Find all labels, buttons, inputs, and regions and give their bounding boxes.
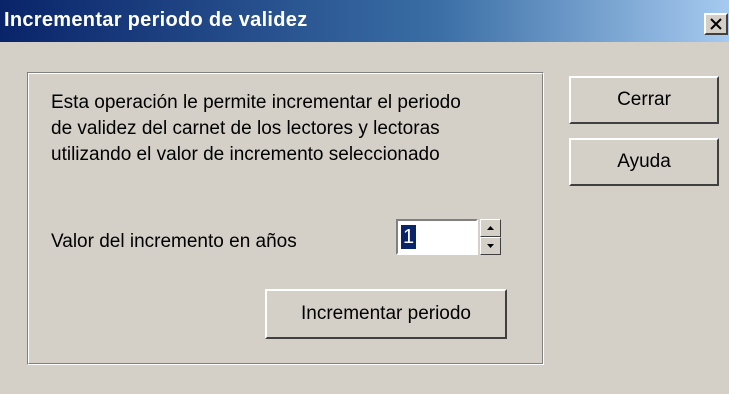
options-group: Esta operación le permite incrementar el… [27,72,544,365]
close-button[interactable] [704,13,728,35]
close-icon [710,18,722,30]
ayuda-button[interactable]: Ayuda [569,138,719,186]
incrementar-periodo-button[interactable]: Incrementar periodo [265,289,507,339]
increment-label: Valor del incremento en años [51,231,297,252]
cerrar-button[interactable]: Cerrar [569,76,719,124]
spin-up-button[interactable] [480,219,501,237]
description-line-2: de validez del carnet de los lectores y … [51,118,440,139]
arrow-down-icon [487,244,494,248]
increment-input[interactable]: 1 [396,219,478,255]
description-line-3: utilizando el valor de incremento selecc… [51,144,440,165]
title-bar[interactable]: Incrementar periodo de validez [0,0,729,42]
spin-down-button[interactable] [480,237,501,255]
window-title: Incrementar periodo de validez [4,9,308,31]
description-line-1: Esta operación le permite incrementar el… [51,92,461,113]
increment-spinner[interactable] [480,219,501,255]
increment-value[interactable]: 1 [401,225,417,249]
description-text: Esta operación le permite incrementar el… [51,90,531,168]
arrow-up-icon [487,226,494,230]
dialog-window: Incrementar periodo de validez Esta oper… [0,0,729,394]
